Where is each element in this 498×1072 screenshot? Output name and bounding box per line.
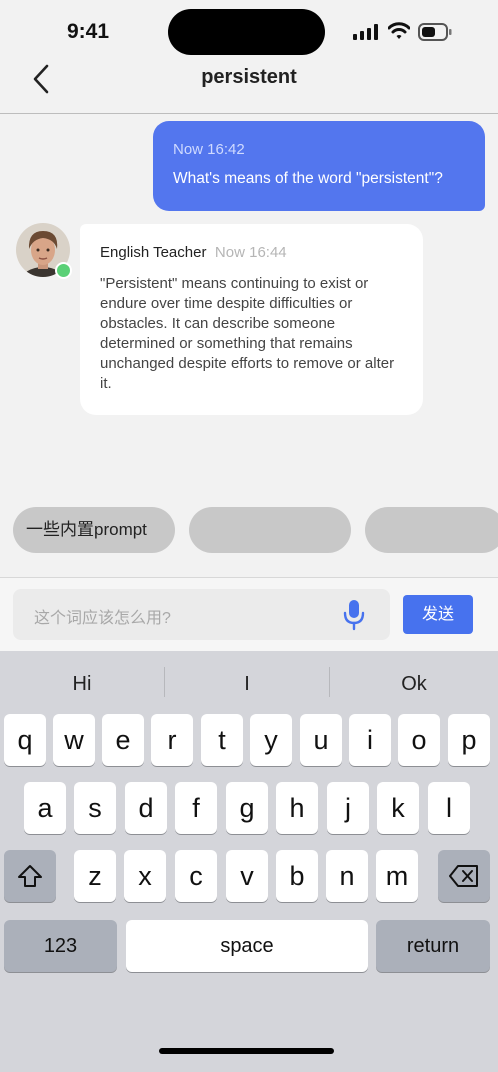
backspace-icon	[449, 865, 478, 887]
status-time: 9:41	[67, 20, 110, 43]
nav-divider	[0, 113, 498, 114]
bot-message-bubble: English Teacher Now 16:44 "Persistent" m…	[80, 224, 423, 415]
key-s[interactable]: s	[74, 782, 116, 834]
user-message-text: What's means of the word "persistent"?	[173, 170, 443, 187]
key-t[interactable]: t	[201, 714, 243, 766]
suggestion-1[interactable]: Hi	[0, 668, 164, 700]
key-j[interactable]: j	[327, 782, 369, 834]
key-h[interactable]: h	[276, 782, 318, 834]
shift-key[interactable]	[4, 850, 56, 902]
bot-sender-name: English Teacher	[100, 244, 207, 261]
key-z[interactable]: z	[74, 850, 116, 902]
key-w[interactable]: w	[53, 714, 95, 766]
key-n[interactable]: n	[326, 850, 368, 902]
prompt-chip-builtin[interactable]: 一些内置prompt	[13, 507, 175, 553]
key-g[interactable]: g	[226, 782, 268, 834]
key-i[interactable]: i	[349, 714, 391, 766]
key-r[interactable]: r	[151, 714, 193, 766]
delete-key[interactable]	[438, 850, 490, 902]
key-l[interactable]: l	[428, 782, 470, 834]
key-x[interactable]: x	[124, 850, 166, 902]
key-p[interactable]: p	[448, 714, 490, 766]
key-m[interactable]: m	[376, 850, 418, 902]
key-f[interactable]: f	[175, 782, 217, 834]
key-u[interactable]: u	[300, 714, 342, 766]
dynamic-island	[168, 9, 325, 55]
key-k[interactable]: k	[377, 782, 419, 834]
microphone-icon[interactable]	[342, 599, 366, 631]
wifi-icon	[388, 22, 410, 39]
user-message-time: Now 16:42	[173, 141, 245, 158]
online-status-dot	[55, 262, 72, 279]
space-key[interactable]: space	[126, 920, 368, 972]
home-indicator	[159, 1048, 334, 1054]
key-c[interactable]: c	[175, 850, 217, 902]
suggestion-3[interactable]: Ok	[330, 668, 498, 700]
bot-message-text: "Persistent" means continuing to exist o…	[100, 275, 395, 392]
key-y[interactable]: y	[250, 714, 292, 766]
key-o[interactable]: o	[398, 714, 440, 766]
bot-message-time: Now 16:44	[214, 244, 287, 261]
shift-icon	[18, 865, 42, 887]
prompt-chip-empty-2[interactable]	[365, 507, 498, 553]
key-a[interactable]: a	[24, 782, 66, 834]
key-b[interactable]: b	[276, 850, 318, 902]
key-d[interactable]: d	[125, 782, 167, 834]
suggestion-2[interactable]: I	[165, 668, 329, 700]
prompt-chip-empty-1[interactable]	[189, 507, 351, 553]
battery-icon	[418, 23, 452, 41]
page-title: persistent	[201, 66, 297, 88]
numbers-key[interactable]: 123	[4, 920, 117, 972]
send-button[interactable]: 发送	[403, 595, 473, 634]
key-v[interactable]: v	[226, 850, 268, 902]
cellular-signal-icon	[353, 24, 378, 40]
key-e[interactable]: e	[102, 714, 144, 766]
message-input-placeholder: 这个词应该怎么用?	[34, 610, 171, 627]
key-q[interactable]: q	[4, 714, 46, 766]
user-message-bubble: Now 16:42 What's means of the word "pers…	[153, 121, 485, 211]
return-key[interactable]: return	[376, 920, 490, 972]
